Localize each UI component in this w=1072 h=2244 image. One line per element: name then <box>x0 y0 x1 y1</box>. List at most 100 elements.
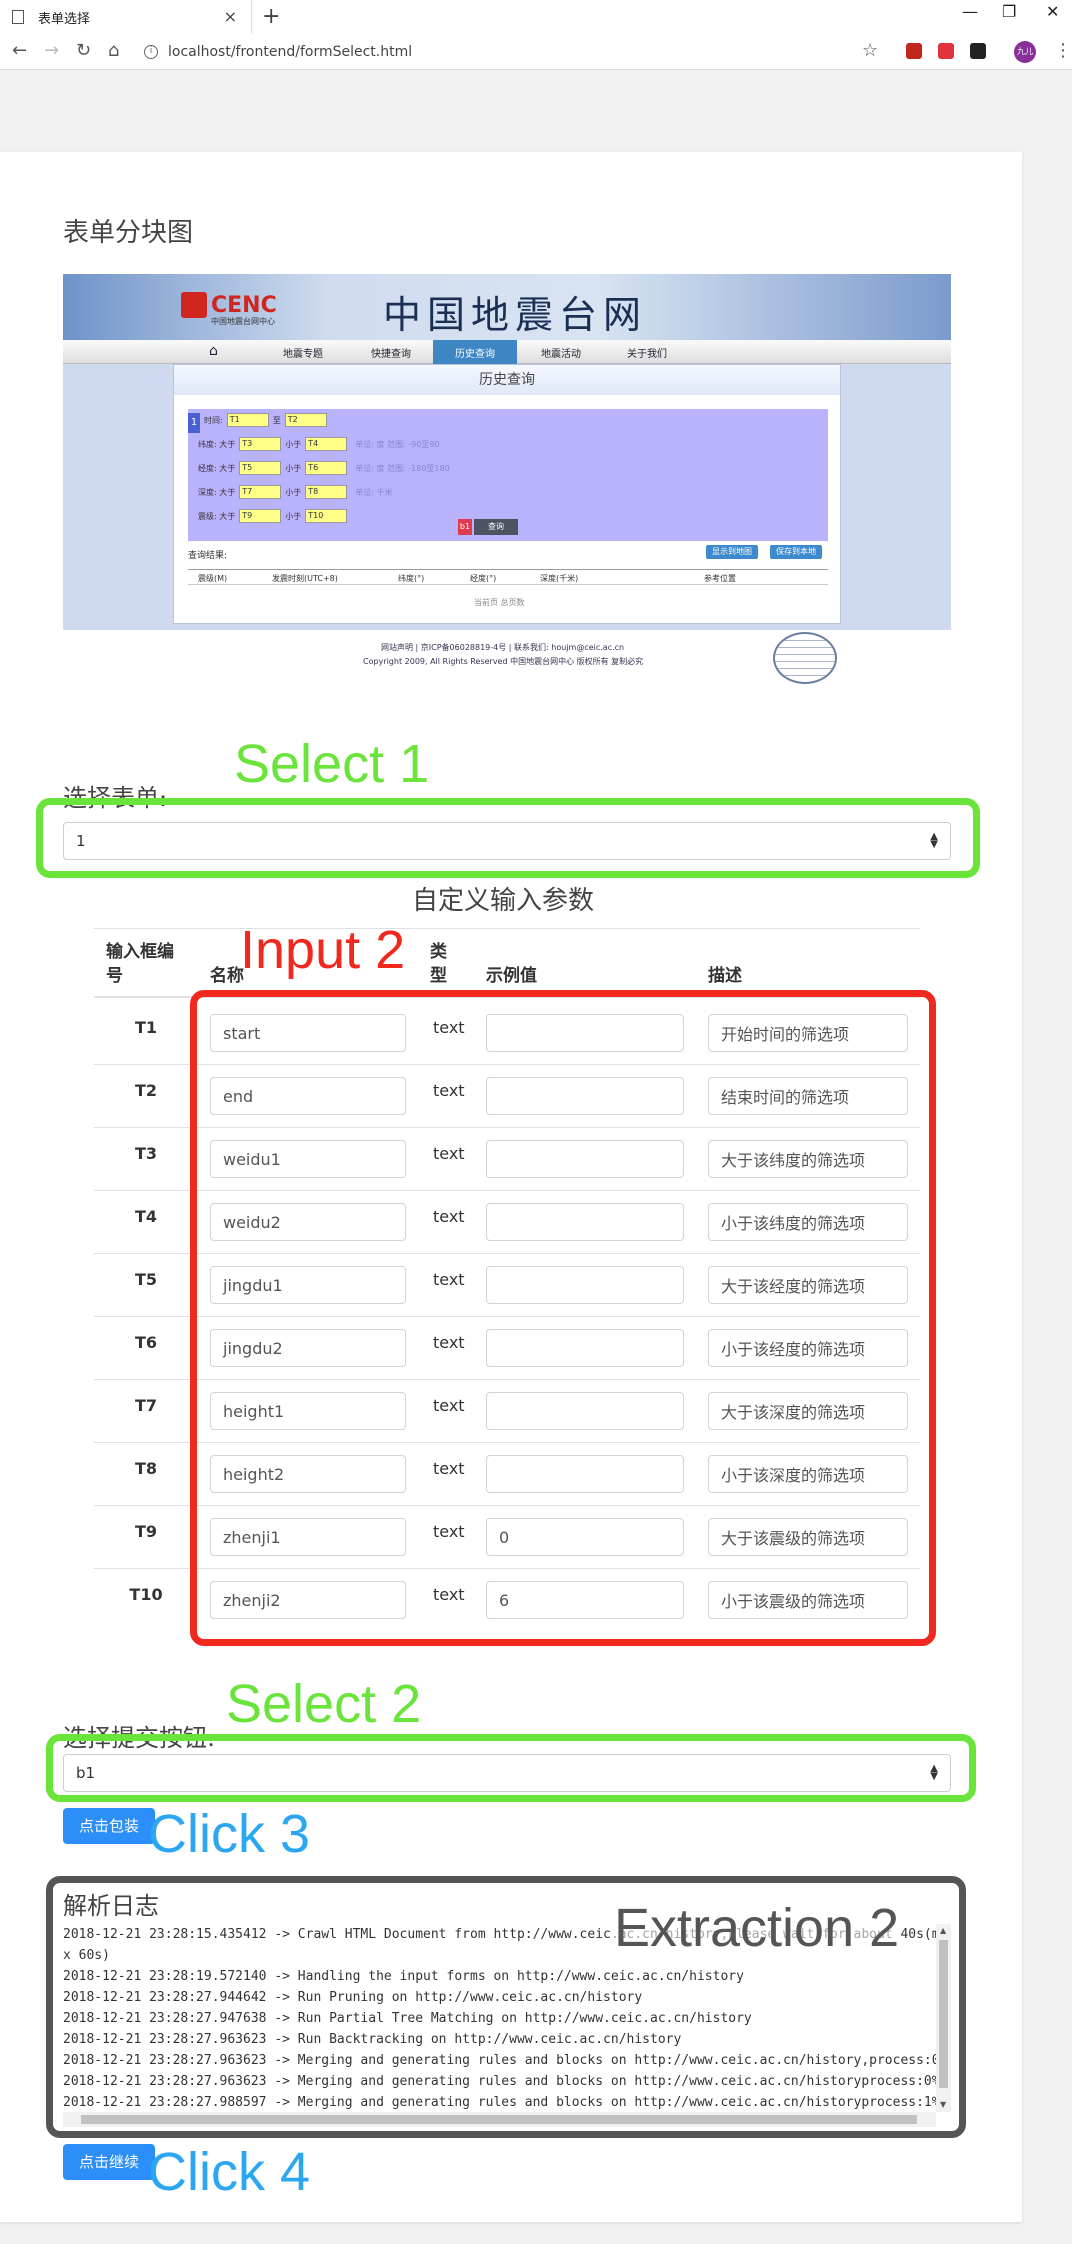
site-form-row: 时间: T1 至 T2 <box>204 413 335 427</box>
site-row-label: 震级: 大于 <box>198 511 236 521</box>
scrollbar-thumb[interactable] <box>939 1940 948 2088</box>
row-id: T3 <box>134 1144 158 1163</box>
row-id: T9 <box>134 1522 158 1541</box>
window-close-icon[interactable]: ✕ <box>1046 2 1059 21</box>
b1-tag: b1 <box>458 519 472 535</box>
site-row-hint: 单位: 度 范围: -180至180 <box>355 463 450 473</box>
home-icon: ⌂ <box>209 343 218 359</box>
result-label: 查询结果: <box>188 551 228 561</box>
site-mini-input: T3 <box>239 437 282 451</box>
pack-button[interactable]: 点击包装 <box>63 1808 155 1844</box>
header-example: 示例值 <box>486 966 537 986</box>
select-1-annotation: Select 1 <box>234 734 430 794</box>
input-2-annotation: Input 2 <box>240 920 406 980</box>
site-mini-input: T8 <box>305 485 348 499</box>
browser-tab[interactable]: 表单选择 × <box>0 0 252 34</box>
result-col: 发震时刻(UTC+8) <box>272 574 338 583</box>
extension-icon[interactable] <box>938 43 954 59</box>
site-mini-input: T10 <box>305 509 348 523</box>
site-mini-input: T5 <box>239 461 282 475</box>
section-title: 表单分块图 <box>63 218 194 248</box>
row-id: T1 <box>134 1018 158 1037</box>
pdf-extension-icon[interactable] <box>906 43 922 59</box>
site-row-mid: 至 <box>272 415 281 425</box>
reload-icon[interactable]: ↻ <box>76 40 91 61</box>
site-mini-input: T9 <box>239 509 282 523</box>
site-form-row: 震级: 大于 T9 小于 T10 <box>198 509 351 523</box>
site-form-row: 经度: 大于 T5 小于 T6 单位: 度 范围: -180至180 <box>198 461 450 475</box>
history-panel-title: 历史查询 <box>174 365 840 395</box>
history-form: 1 时间: T1 至 T2 纬度: 大于 T3 小于 T4 单位: 度 范围: … <box>188 409 828 541</box>
site-form-row: 深度: 大于 T7 小于 T8 单位: 千米 <box>198 485 393 499</box>
site-mini-input: T4 <box>305 437 348 451</box>
input-2-annotation-box <box>190 990 936 1646</box>
site-nav-item: 历史查询 <box>455 349 495 360</box>
scrollbar-thumb[interactable] <box>81 2115 917 2124</box>
site-mini-input: T1 <box>226 413 269 427</box>
table-top-rule <box>94 928 920 929</box>
site-query-button: 查询 <box>474 519 518 535</box>
log-vertical-scrollbar[interactable]: ▲ ▼ <box>936 1924 951 2112</box>
home-icon[interactable]: ⌂ <box>108 40 119 61</box>
site-nav-item: 关于我们 <box>627 349 667 360</box>
extension-icon[interactable] <box>970 43 986 59</box>
log-line: 2018-12-21 23:28:27.963623 -> Merging an… <box>63 2074 940 2089</box>
footer-line: Copyright 2009, All Rights Reserved 中国地震… <box>363 657 644 666</box>
site-nav-item: 快捷查询 <box>371 349 411 360</box>
site-mini-input: T2 <box>284 413 327 427</box>
table-title: 自定义输入参数 <box>412 886 595 916</box>
tab-title: 表单选择 <box>38 11 91 27</box>
back-icon[interactable]: ← <box>12 40 27 61</box>
new-tab-button[interactable]: + <box>262 4 280 29</box>
select-1-annotation-box <box>36 798 980 878</box>
result-col: 纬度(°) <box>398 574 425 583</box>
site-row-mid: 小于 <box>285 463 302 473</box>
logo-text: CENC <box>211 292 277 318</box>
continue-button[interactable]: 点击继续 <box>63 2144 155 2180</box>
banner-title: 中国地震台网 <box>383 293 648 337</box>
site-row-mid: 小于 <box>285 439 302 449</box>
logo-subtitle: 中国地震台网中心 <box>211 317 275 326</box>
form-block-image: CENC 中国地震台网中心 中国地震台网 ⌂ 地震专题 快捷查询 历史查询 地震… <box>63 274 951 684</box>
result-col: 参考位置 <box>704 574 736 583</box>
select-2-annotation: Select 2 <box>226 1674 422 1734</box>
click-3-annotation: Click 3 <box>148 1804 311 1864</box>
extraction-2-annotation: Extraction 2 <box>614 1898 900 1958</box>
row-id: T2 <box>134 1081 158 1100</box>
header-type: 类型 <box>430 942 447 986</box>
log-title: 解析日志 <box>63 1892 159 1920</box>
site-row-label: 纬度: 大于 <box>198 439 236 449</box>
result-col: 经度(°) <box>470 574 497 583</box>
site-row-hint: 单位: 千米 <box>355 487 393 497</box>
row-id: T5 <box>134 1270 158 1289</box>
menu-icon[interactable]: ⋮ <box>1054 40 1072 61</box>
scroll-down-icon[interactable]: ▼ <box>940 2100 946 2109</box>
scroll-up-icon[interactable]: ▲ <box>940 1926 946 1935</box>
log-line: 2018-12-21 23:28:19.572140 -> Handling t… <box>63 1969 744 1984</box>
document-icon <box>12 10 24 24</box>
site-form-row: 纬度: 大于 T3 小于 T4 单位: 度 范围: -90至90 <box>198 437 440 451</box>
url-text: localhost/frontend/formSelect.html <box>168 44 413 60</box>
forward-icon[interactable]: → <box>44 40 59 61</box>
close-tab-icon[interactable]: × <box>224 7 237 26</box>
pager: 当前页 总页数 <box>474 598 525 607</box>
url-bar[interactable]: i localhost/frontend/formSelect.html <box>144 38 884 66</box>
minimize-icon[interactable]: — <box>962 2 978 21</box>
site-row-hint: 单位: 度 范围: -90至90 <box>355 439 440 449</box>
site-row-mid: 小于 <box>285 487 302 497</box>
log-line: 2018-12-21 23:28:27.947638 -> Run Partia… <box>63 2011 752 2026</box>
click-4-annotation: Click 4 <box>148 2142 311 2202</box>
site-save-button: 保存到本地 <box>770 545 822 559</box>
site-mini-input: T7 <box>239 485 282 499</box>
log-horizontal-scrollbar[interactable] <box>63 2112 936 2127</box>
address-bar-row: ← → ↻ ⌂ i localhost/frontend/formSelect.… <box>0 34 1072 70</box>
site-row-label: 深度: 大于 <box>198 487 236 497</box>
info-icon[interactable]: i <box>144 45 158 59</box>
globe-icon <box>773 632 837 684</box>
site-nav-item: 地震专题 <box>283 349 323 360</box>
bookmark-star-icon[interactable]: ☆ <box>862 40 878 61</box>
history-panel: 历史查询 1 时间: T1 至 T2 纬度: 大于 T3 小于 T4 单位: 度… <box>173 364 841 624</box>
site-body: 历史查询 1 时间: T1 至 T2 纬度: 大于 T3 小于 T4 单位: 度… <box>63 364 951 630</box>
restore-icon[interactable]: ❐ <box>1002 2 1016 21</box>
profile-avatar[interactable]: 九儿 <box>1014 41 1036 63</box>
